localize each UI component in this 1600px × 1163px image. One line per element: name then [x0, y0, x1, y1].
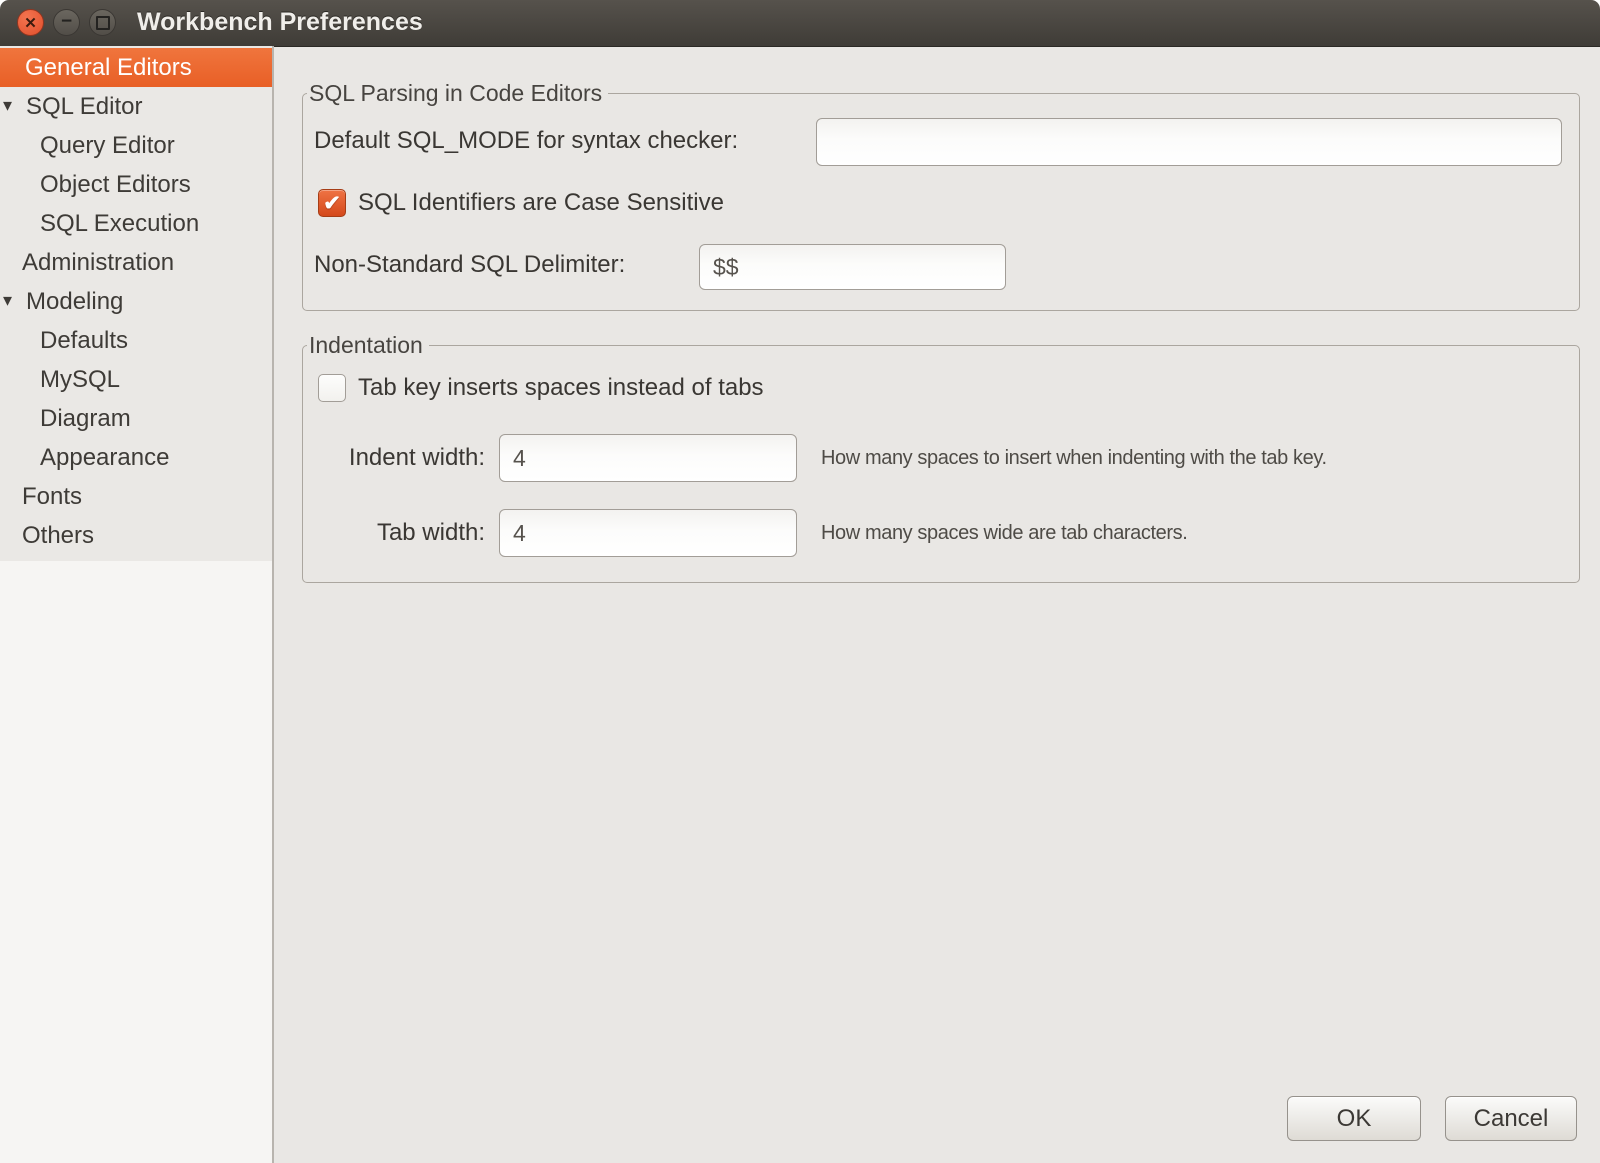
group-indentation: Indentation Tab key inserts spaces inste… [302, 345, 1580, 583]
sidebar-item-label: Object Editors [40, 171, 191, 198]
sidebar-item-label: SQL Editor [26, 93, 143, 120]
sidebar-item-label: MySQL [40, 366, 120, 393]
sidebar-item-others[interactable]: Others [0, 516, 272, 555]
tab-spaces-checkbox[interactable] [318, 374, 346, 402]
case-sensitive-checkbox[interactable]: ✔ [318, 189, 346, 217]
preferences-tree: General Editors ▾ SQL Editor Query Edito… [0, 46, 272, 561]
minimize-button[interactable]: − [53, 9, 80, 36]
preferences-content: SQL Parsing in Code Editors Default SQL_… [274, 46, 1600, 1163]
sidebar-item-sql-execution[interactable]: SQL Execution [0, 204, 272, 243]
sidebar-item-label: Defaults [40, 327, 128, 354]
ok-button[interactable]: OK [1287, 1096, 1421, 1141]
sidebar-item-modeling[interactable]: ▾ Modeling [0, 282, 272, 321]
sidebar-item-label: Appearance [40, 444, 169, 471]
indent-width-hint: How many spaces to insert when indenting… [821, 433, 1327, 483]
sidebar-item-label: Others [22, 522, 94, 549]
sidebar-item-label: Fonts [22, 483, 82, 510]
maximize-button[interactable] [89, 9, 116, 36]
group-title: SQL Parsing in Code Editors [307, 77, 608, 109]
delimiter-input[interactable] [699, 244, 1006, 290]
indent-width-label: Indent width: [303, 433, 485, 483]
sql-mode-input[interactable] [816, 118, 1562, 166]
sidebar-item-general-editors[interactable]: General Editors [0, 48, 272, 87]
sidebar-item-label: Diagram [40, 405, 131, 432]
group-title: Indentation [307, 329, 429, 361]
maximize-icon [96, 16, 110, 30]
sidebar-item-query-editor[interactable]: Query Editor [0, 126, 272, 165]
sidebar-item-defaults[interactable]: Defaults [0, 321, 272, 360]
close-button[interactable]: ✕ [17, 9, 44, 36]
workbench-preferences-window: ✕ − Workbench Preferences General Editor… [0, 0, 1600, 1163]
sidebar-item-label: Administration [22, 249, 174, 276]
group-sql-parsing: SQL Parsing in Code Editors Default SQL_… [302, 93, 1580, 311]
tab-width-input[interactable] [499, 509, 797, 557]
sidebar-item-mysql[interactable]: MySQL [0, 360, 272, 399]
indent-width-input[interactable] [499, 434, 797, 482]
sidebar-item-label: Query Editor [40, 132, 175, 159]
titlebar: ✕ − Workbench Preferences [0, 0, 1600, 47]
case-sensitive-label: SQL Identifiers are Case Sensitive [358, 178, 724, 228]
close-icon: ✕ [24, 14, 37, 32]
sidebar-item-sql-editor[interactable]: ▾ SQL Editor [0, 87, 272, 126]
sidebar-item-fonts[interactable]: Fonts [0, 477, 272, 516]
sidebar-item-administration[interactable]: Administration [0, 243, 272, 282]
sidebar-item-object-editors[interactable]: Object Editors [0, 165, 272, 204]
tab-width-label: Tab width: [303, 508, 485, 558]
sidebar-item-appearance[interactable]: Appearance [0, 438, 272, 477]
chevron-down-icon[interactable]: ▾ [3, 281, 12, 320]
tab-width-hint: How many spaces wide are tab characters. [821, 508, 1187, 558]
sidebar-item-label: General Editors [25, 54, 192, 81]
tab-spaces-label: Tab key inserts spaces instead of tabs [358, 363, 764, 413]
cancel-button[interactable]: Cancel [1445, 1096, 1577, 1141]
sidebar-item-label: SQL Execution [40, 210, 199, 237]
sidebar-item-diagram[interactable]: Diagram [0, 399, 272, 438]
chevron-down-icon[interactable]: ▾ [3, 86, 12, 125]
window-title: Workbench Preferences [137, 0, 423, 44]
delimiter-label: Non-Standard SQL Delimiter: [314, 240, 625, 290]
sidebar-item-label: Modeling [26, 288, 123, 315]
minimize-icon: − [61, 12, 72, 31]
sql-mode-label: Default SQL_MODE for syntax checker: [314, 116, 738, 166]
sidebar: General Editors ▾ SQL Editor Query Edito… [0, 46, 274, 1163]
check-icon: ✔ [323, 191, 341, 216]
